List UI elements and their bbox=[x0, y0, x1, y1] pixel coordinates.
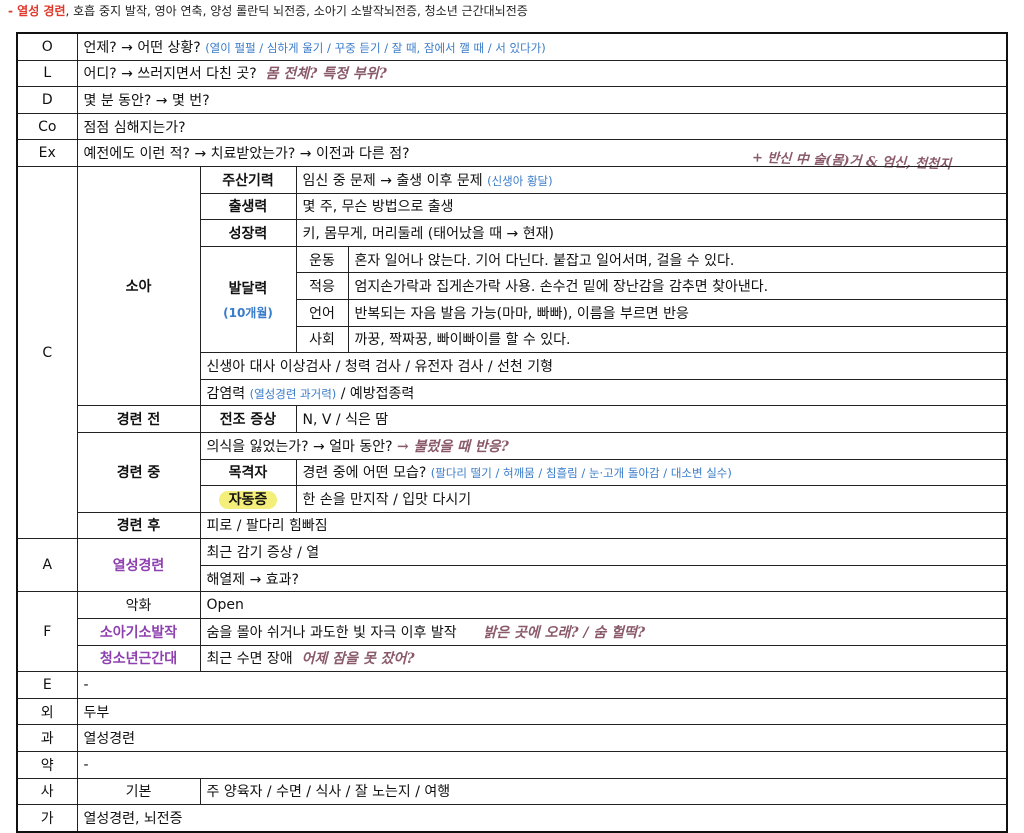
dev-category: 적응 bbox=[295, 272, 349, 300]
row-content: 예전에도 이런 적? → 치료받았는가? → 이전과 다른 점? bbox=[76, 139, 1008, 167]
row-key: 외 bbox=[16, 697, 78, 726]
automatism-label: 자동증 bbox=[199, 485, 297, 513]
row-content: 어디? → 쓰러지면서 다친 곳? 몸 전체? 특정 부위? bbox=[76, 59, 1008, 88]
absence-label: 소아기소발작 bbox=[76, 618, 201, 646]
row-factor-3: 청소년근간대 최근 수면 장애 어제 잠을 못 잤어? bbox=[17, 644, 1008, 673]
row-key: F bbox=[16, 591, 78, 673]
row-character: C 소아 주산기력 임신 중 문제 → 출생 이후 문제 (신생아 황달) bbox=[16, 165, 1008, 540]
birth-label: 출생력 bbox=[199, 192, 297, 221]
row-content: 열성경련, 뇌전증 bbox=[76, 804, 1008, 833]
growth-content: 키, 몸무게, 머리둘레 (태어났을 때 → 현재) bbox=[295, 219, 1008, 247]
during-label: 경련 중 bbox=[76, 431, 201, 513]
before-label: 경련 전 bbox=[76, 405, 201, 433]
row-key: A bbox=[16, 538, 78, 593]
row-key: L bbox=[16, 59, 78, 88]
row-before-seizure: 경련 전 전조 증상 N, V / 식은 땀 bbox=[17, 405, 1008, 433]
associated-content: 해열제 → 효과? bbox=[199, 564, 1008, 593]
row-key: C bbox=[16, 165, 78, 540]
row-key: Ex bbox=[16, 139, 78, 167]
aggravate-content: Open bbox=[199, 591, 1008, 620]
associated-content: 최근 감기 증상 / 열 bbox=[199, 538, 1008, 566]
row-duration: D 몇 분 동안? → 몇 번? bbox=[16, 86, 1008, 114]
febrile-label: 열성경련 bbox=[76, 538, 201, 593]
consciousness-content: 의식을 잃었는가? → 얼마 동안? → 불렀을 때 반응? bbox=[199, 431, 1008, 460]
row-course: Co 점점 심해지는가? bbox=[16, 112, 1008, 141]
newborn-content: 신생아 대사 이상검사 / 청력 검사 / 유전자 검사 / 선천 기형 bbox=[199, 352, 1008, 380]
history-table: O 언제? → 어떤 상황? (열이 펄펄 / 심하게 울기 / 꾸중 듣기 /… bbox=[16, 32, 1008, 833]
row-location: L 어디? → 쓰러지면서 다친 곳? 몸 전체? 특정 부위? bbox=[16, 59, 1008, 88]
row-content: 점점 심해지는가? bbox=[76, 112, 1008, 141]
handwritten-note: → 불렀을 때 반응? bbox=[397, 438, 509, 455]
row-key: 사 bbox=[16, 777, 78, 806]
row-e: E - bbox=[16, 671, 1008, 699]
document-header: - 열성 경련, 호흡 중지 발작, 영아 연축, 양성 롤란딕 뇌전증, 소아… bbox=[8, 2, 528, 19]
myoclonic-label: 청소년근간대 bbox=[76, 644, 201, 673]
growth-label: 성장력 bbox=[199, 219, 297, 247]
row-key: 가 bbox=[16, 804, 78, 833]
after-label: 경련 후 bbox=[76, 511, 201, 540]
row-content: 열성경련 bbox=[76, 724, 1008, 753]
row-key: O bbox=[16, 32, 78, 61]
birth-content: 몇 주, 무슨 방법으로 출생 bbox=[295, 192, 1008, 221]
row-onset: O 언제? → 어떤 상황? (열이 펄펄 / 심하게 울기 / 꾸중 듣기 /… bbox=[16, 32, 1008, 61]
row-content: 두부 bbox=[76, 697, 1008, 726]
handwritten-note: 밝은 곳에 오래? / 숨 헐떡? bbox=[483, 624, 646, 641]
row-key: D bbox=[16, 86, 78, 114]
infection-content: 감염력 (열성경련 과거력) / 예방접종력 bbox=[199, 378, 1008, 407]
row-key: 약 bbox=[16, 751, 78, 779]
child-label: 소아 bbox=[76, 165, 201, 407]
row-past: 과 열성경련 bbox=[16, 724, 1008, 753]
row-social: 사 기본 주 양육자 / 수면 / 식사 / 잘 노는지 / 여행 bbox=[16, 777, 1008, 806]
dev-category: 사회 bbox=[295, 325, 349, 354]
row-medication: 약 - bbox=[16, 751, 1008, 779]
automatism-content: 한 손을 만지작 / 입맛 다시기 bbox=[295, 485, 1008, 513]
row-experience: Ex 예전에도 이런 적? → 치료받았는가? → 이전과 다른 점? bbox=[16, 139, 1008, 167]
row-key: Co bbox=[16, 112, 78, 141]
handwritten-note: 몸 전체? 특정 부위? bbox=[265, 66, 387, 83]
dev-content: 까꿍, 짝짜꿍, 빠이빠이를 할 수 있다. bbox=[347, 325, 1008, 354]
dev-content: 엄지손가락과 집게손가락 사용. 손수건 밑에 장난감을 감추면 찾아낸다. bbox=[347, 272, 1008, 300]
row-trauma: 외 두부 bbox=[16, 697, 1008, 726]
prenatal-label: 주산기력 bbox=[199, 165, 297, 194]
dev-content: 혼자 일어나 앉는다. 기어 다닌다. 붙잡고 일어서며, 걸을 수 있다. bbox=[347, 245, 1008, 274]
header-highlight: - 열성 경련 bbox=[8, 4, 66, 18]
row-key: E bbox=[16, 671, 78, 699]
aura-content: N, V / 식은 땀 bbox=[295, 405, 1008, 433]
witness-label: 목격자 bbox=[199, 458, 297, 487]
myoclonic-content: 최근 수면 장애 어제 잠을 못 잤어? bbox=[199, 644, 1008, 673]
handwritten-note: 어제 잠을 못 잤어? bbox=[301, 651, 415, 668]
header-text: , 호흡 중지 발작, 영아 연축, 양성 롤란딕 뇌전증, 소아기 소발작뇌전… bbox=[65, 4, 528, 18]
row-content: - bbox=[76, 671, 1008, 699]
row-during-seizure: 경련 중 의식을 잃었는가? → 얼마 동안? → 불렀을 때 반응? bbox=[17, 431, 1008, 513]
row-content: 주 양육자 / 수면 / 식사 / 잘 노는지 / 여행 bbox=[199, 777, 1008, 806]
witness-content: 경련 중에 어떤 모습? (팔다리 떨기 / 혀깨뭄 / 침흘림 / 눈·고개 … bbox=[295, 458, 1008, 487]
prenatal-content: 임신 중 문제 → 출생 이후 문제 (신생아 황달) bbox=[295, 165, 1008, 194]
row-factor: F 악화 Open bbox=[16, 591, 1008, 673]
dev-category: 언어 bbox=[295, 298, 349, 327]
row-family: 가 열성경련, 뇌전증 bbox=[16, 804, 1008, 833]
row-after-seizure: 경련 후 피로 / 팔다리 힘빠짐 bbox=[17, 511, 1008, 540]
row-associated: A 열성경련 최근 감기 증상 / 열 bbox=[16, 538, 1008, 593]
row-factor-2: 소아기소발작 숨을 몰아 쉬거나 과도한 빛 자극 이후 발작 밝은 곳에 오래… bbox=[17, 618, 1008, 646]
row-key: 과 bbox=[16, 724, 78, 753]
aggravate-label: 악화 bbox=[76, 591, 201, 620]
row-content: - bbox=[76, 751, 1008, 779]
row-content: 몇 분 동안? → 몇 번? bbox=[76, 86, 1008, 114]
dev-content: 반복되는 자음 발음 가능(마마, 빠빠), 이름을 부르면 반응 bbox=[347, 298, 1008, 327]
development-label: 발달력 (10개월) bbox=[199, 245, 297, 354]
sub-note: (열이 펄펄 / 심하게 울기 / 꾸중 듣기 / 잘 때, 잠에서 깰 때 /… bbox=[205, 40, 546, 55]
after-content: 피로 / 팔다리 힘빠짐 bbox=[199, 511, 1008, 540]
aura-label: 전조 증상 bbox=[199, 405, 297, 433]
absence-content: 숨을 몰아 쉬거나 과도한 빛 자극 이후 발작 밝은 곳에 오래? / 숨 헐… bbox=[199, 618, 1008, 646]
basic-label: 기본 bbox=[76, 777, 201, 806]
dev-category: 운동 bbox=[295, 245, 349, 274]
row-content: 언제? → 어떤 상황? (열이 펄펄 / 심하게 울기 / 꾸중 듣기 / 잘… bbox=[76, 32, 1008, 61]
